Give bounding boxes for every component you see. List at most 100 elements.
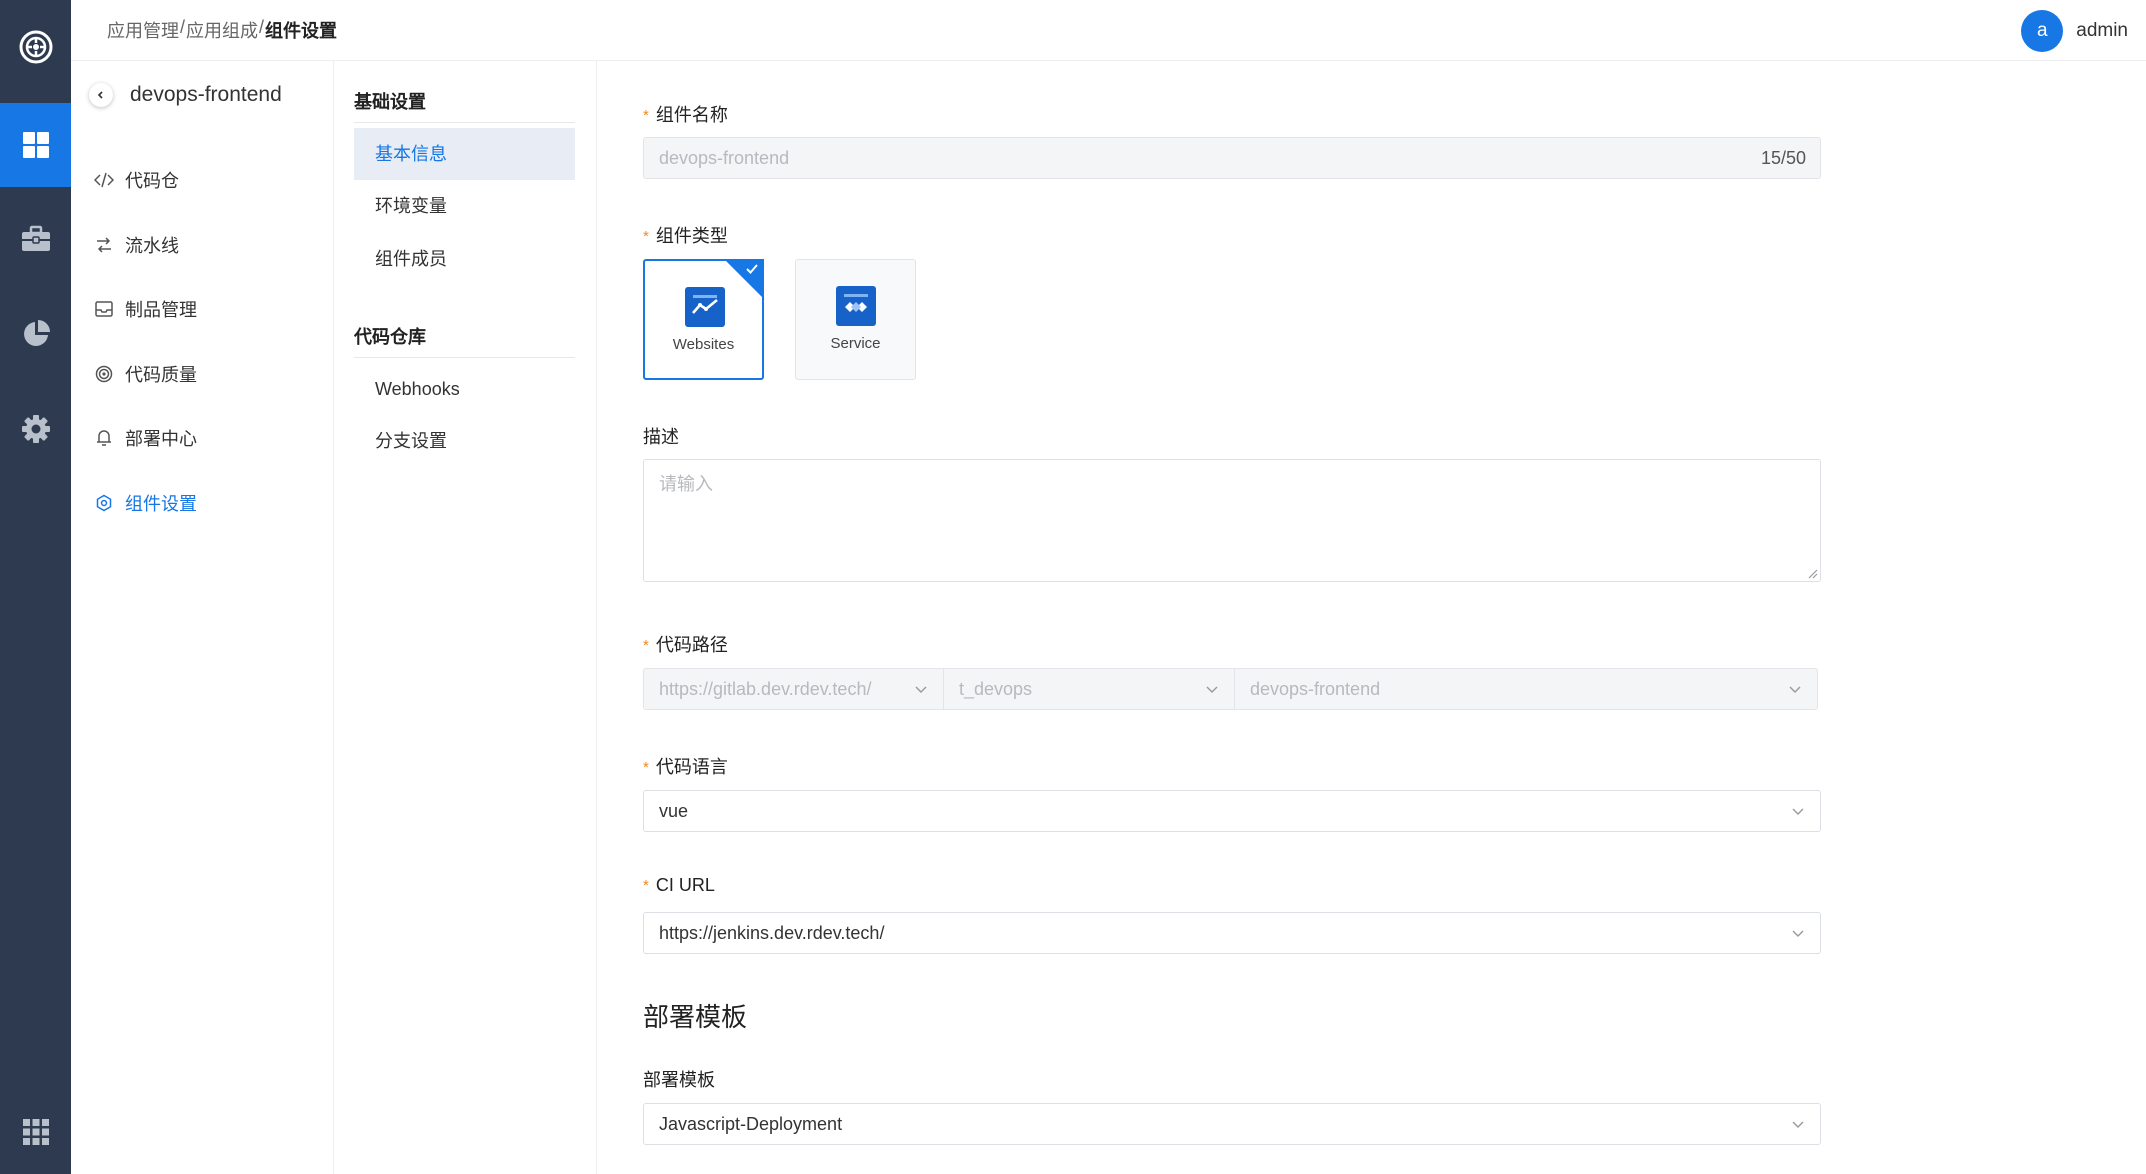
sidebar-item-label: 组件设置 — [125, 493, 197, 514]
back-button[interactable] — [89, 83, 113, 107]
settings-item-basic-info[interactable]: 基本信息 — [354, 128, 575, 180]
code-path-group-value: t_devops — [959, 679, 1033, 699]
back-arrow-icon — [97, 91, 103, 99]
logo-icon[interactable] — [0, 18, 71, 76]
char-count: 15/50 — [1760, 148, 1806, 168]
settings-item-members[interactable]: 组件成员 — [354, 233, 575, 285]
breadcrumb-item-app-composition[interactable]: 应用组成 — [186, 17, 258, 43]
sidebar-item-label: 代码质量 — [125, 364, 197, 385]
rail-briefcase-button[interactable] — [0, 197, 71, 281]
label-text: 组件名称 — [655, 105, 728, 125]
sidebar-item-deploy-center[interactable]: 部署中心 — [71, 406, 334, 471]
service-icon — [836, 286, 876, 326]
user-name[interactable]: admin — [2076, 20, 2128, 42]
rail-stats-button[interactable] — [0, 292, 71, 376]
chevron-down-icon — [1789, 686, 1801, 693]
label-text: 代码路径 — [655, 635, 728, 655]
field-label-type: * 组件类型 — [643, 222, 728, 248]
sidebar-item-code-repo[interactable]: 代码仓 — [71, 148, 334, 213]
label-text: 组件类型 — [655, 226, 728, 246]
breadcrumb: 应用管理 / 应用组成 / 组件设置 — [107, 17, 337, 43]
breadcrumb-current: 组件设置 — [265, 21, 338, 41]
description-placeholder: 请输入 — [659, 474, 713, 494]
check-icon — [746, 264, 758, 274]
app-header: devops-frontend — [89, 83, 282, 107]
pie-chart-icon — [23, 320, 50, 346]
settings-item-webhooks[interactable]: Webhooks — [354, 363, 575, 415]
target-icon — [94, 364, 114, 384]
gear-icon — [21, 415, 50, 443]
code-path-host-value: https://gitlab.dev.rdev.tech/ — [659, 679, 872, 699]
app-nav-list: 代码仓 流水线 制品管理 代码质量 部署中心 组件设置 — [71, 148, 334, 535]
sidebar-item-label: 部署中心 — [125, 429, 197, 450]
ci-url-select[interactable]: https://jenkins.dev.rdev.tech/ — [643, 912, 1821, 954]
required-mark: * — [643, 759, 649, 776]
resize-handle-icon[interactable] — [1806, 567, 1818, 579]
chevron-down-icon — [1792, 1121, 1804, 1128]
settings-item-branch[interactable]: 分支设置 — [354, 415, 575, 467]
label-text: CI URL — [655, 875, 715, 895]
bell-icon — [94, 428, 114, 448]
type-option-service[interactable]: Service — [795, 259, 916, 380]
group-title-basic: 基础设置 — [354, 88, 575, 123]
code-path-repo-value: devops-frontend — [1250, 679, 1381, 699]
breadcrumb-separator: / — [180, 17, 186, 37]
apps-grid-icon — [22, 1119, 49, 1145]
field-label-deploy-template: 部署模板 — [643, 1070, 715, 1090]
breadcrumb-item-app-management[interactable]: 应用管理 — [107, 17, 179, 43]
briefcase-icon — [21, 225, 50, 251]
settings-item-env-vars[interactable]: 环境变量 — [354, 180, 575, 232]
left-rail — [0, 0, 71, 1174]
code-path-repo-select[interactable]: devops-frontend — [1235, 668, 1818, 710]
code-icon — [94, 170, 114, 190]
avatar[interactable]: a — [2021, 10, 2064, 52]
language-select[interactable]: vue — [643, 790, 1821, 832]
inbox-icon — [94, 299, 114, 319]
sidebar-item-component-settings[interactable]: 组件设置 — [71, 471, 334, 536]
type-option-label: Websites — [672, 336, 735, 353]
code-path-host-select[interactable]: https://gitlab.dev.rdev.tech/ — [643, 668, 944, 710]
sidebar-item-label: 制品管理 — [125, 300, 197, 321]
description-textarea[interactable]: 请输入 — [643, 459, 1821, 582]
required-mark: * — [643, 637, 649, 654]
app-sidebar: devops-frontend 代码仓 流水线 制品管理 代码质量 部署中心 组… — [71, 61, 334, 1174]
type-option-websites[interactable]: Websites — [643, 259, 764, 380]
required-mark: * — [643, 228, 649, 245]
sidebar-item-artifacts[interactable]: 制品管理 — [71, 277, 334, 342]
deploy-template-select[interactable]: Javascript-Deployment — [643, 1103, 1821, 1145]
chevron-down-icon — [1792, 930, 1804, 937]
breadcrumb-separator: / — [259, 17, 265, 37]
rail-dashboard-button[interactable] — [0, 103, 71, 187]
field-label-code-path: * 代码路径 — [643, 631, 728, 657]
settings-icon — [94, 493, 114, 513]
app-name: devops-frontend — [130, 83, 282, 106]
dashboard-grid-icon — [22, 132, 49, 158]
section-title-deploy: 部署模板 — [643, 1002, 748, 1032]
chevron-down-icon — [1206, 686, 1218, 693]
ci-url-value: https://jenkins.dev.rdev.tech/ — [659, 923, 885, 943]
label-text: 代码语言 — [655, 757, 728, 777]
code-path-selects: https://gitlab.dev.rdev.tech/ t_devops d… — [643, 668, 1818, 710]
pipeline-icon — [94, 235, 114, 255]
component-name-value: devops-frontend — [659, 148, 790, 168]
top-bar: 应用管理 / 应用组成 / 组件设置 a admin — [71, 0, 2146, 61]
websites-icon — [685, 287, 725, 327]
deploy-template-value: Javascript-Deployment — [659, 1114, 843, 1134]
sidebar-item-code-quality[interactable]: 代码质量 — [71, 342, 334, 407]
code-path-group-select[interactable]: t_devops — [944, 668, 1235, 710]
sidebar-item-label: 流水线 — [125, 235, 179, 256]
chevron-down-icon — [1792, 808, 1804, 815]
user-menu[interactable]: a admin — [2021, 10, 2128, 52]
field-label-language: * 代码语言 — [643, 753, 728, 779]
field-label-description: 描述 — [643, 427, 679, 447]
required-mark: * — [643, 877, 649, 894]
rail-apps-button[interactable] — [0, 1090, 71, 1174]
field-label-name: * 组件名称 — [643, 101, 728, 127]
component-name-input[interactable]: devops-frontend 15/50 — [643, 137, 1821, 179]
rail-settings-button[interactable] — [0, 387, 71, 471]
settings-sidebar: 基础设置 基本信息 环境变量 组件成员 代码仓库 Webhooks 分支设置 — [334, 61, 597, 1174]
sidebar-item-pipeline[interactable]: 流水线 — [71, 213, 334, 278]
field-label-ci-url: * CI URL — [643, 875, 715, 896]
type-option-label: Service — [830, 335, 881, 352]
required-mark: * — [643, 107, 649, 124]
